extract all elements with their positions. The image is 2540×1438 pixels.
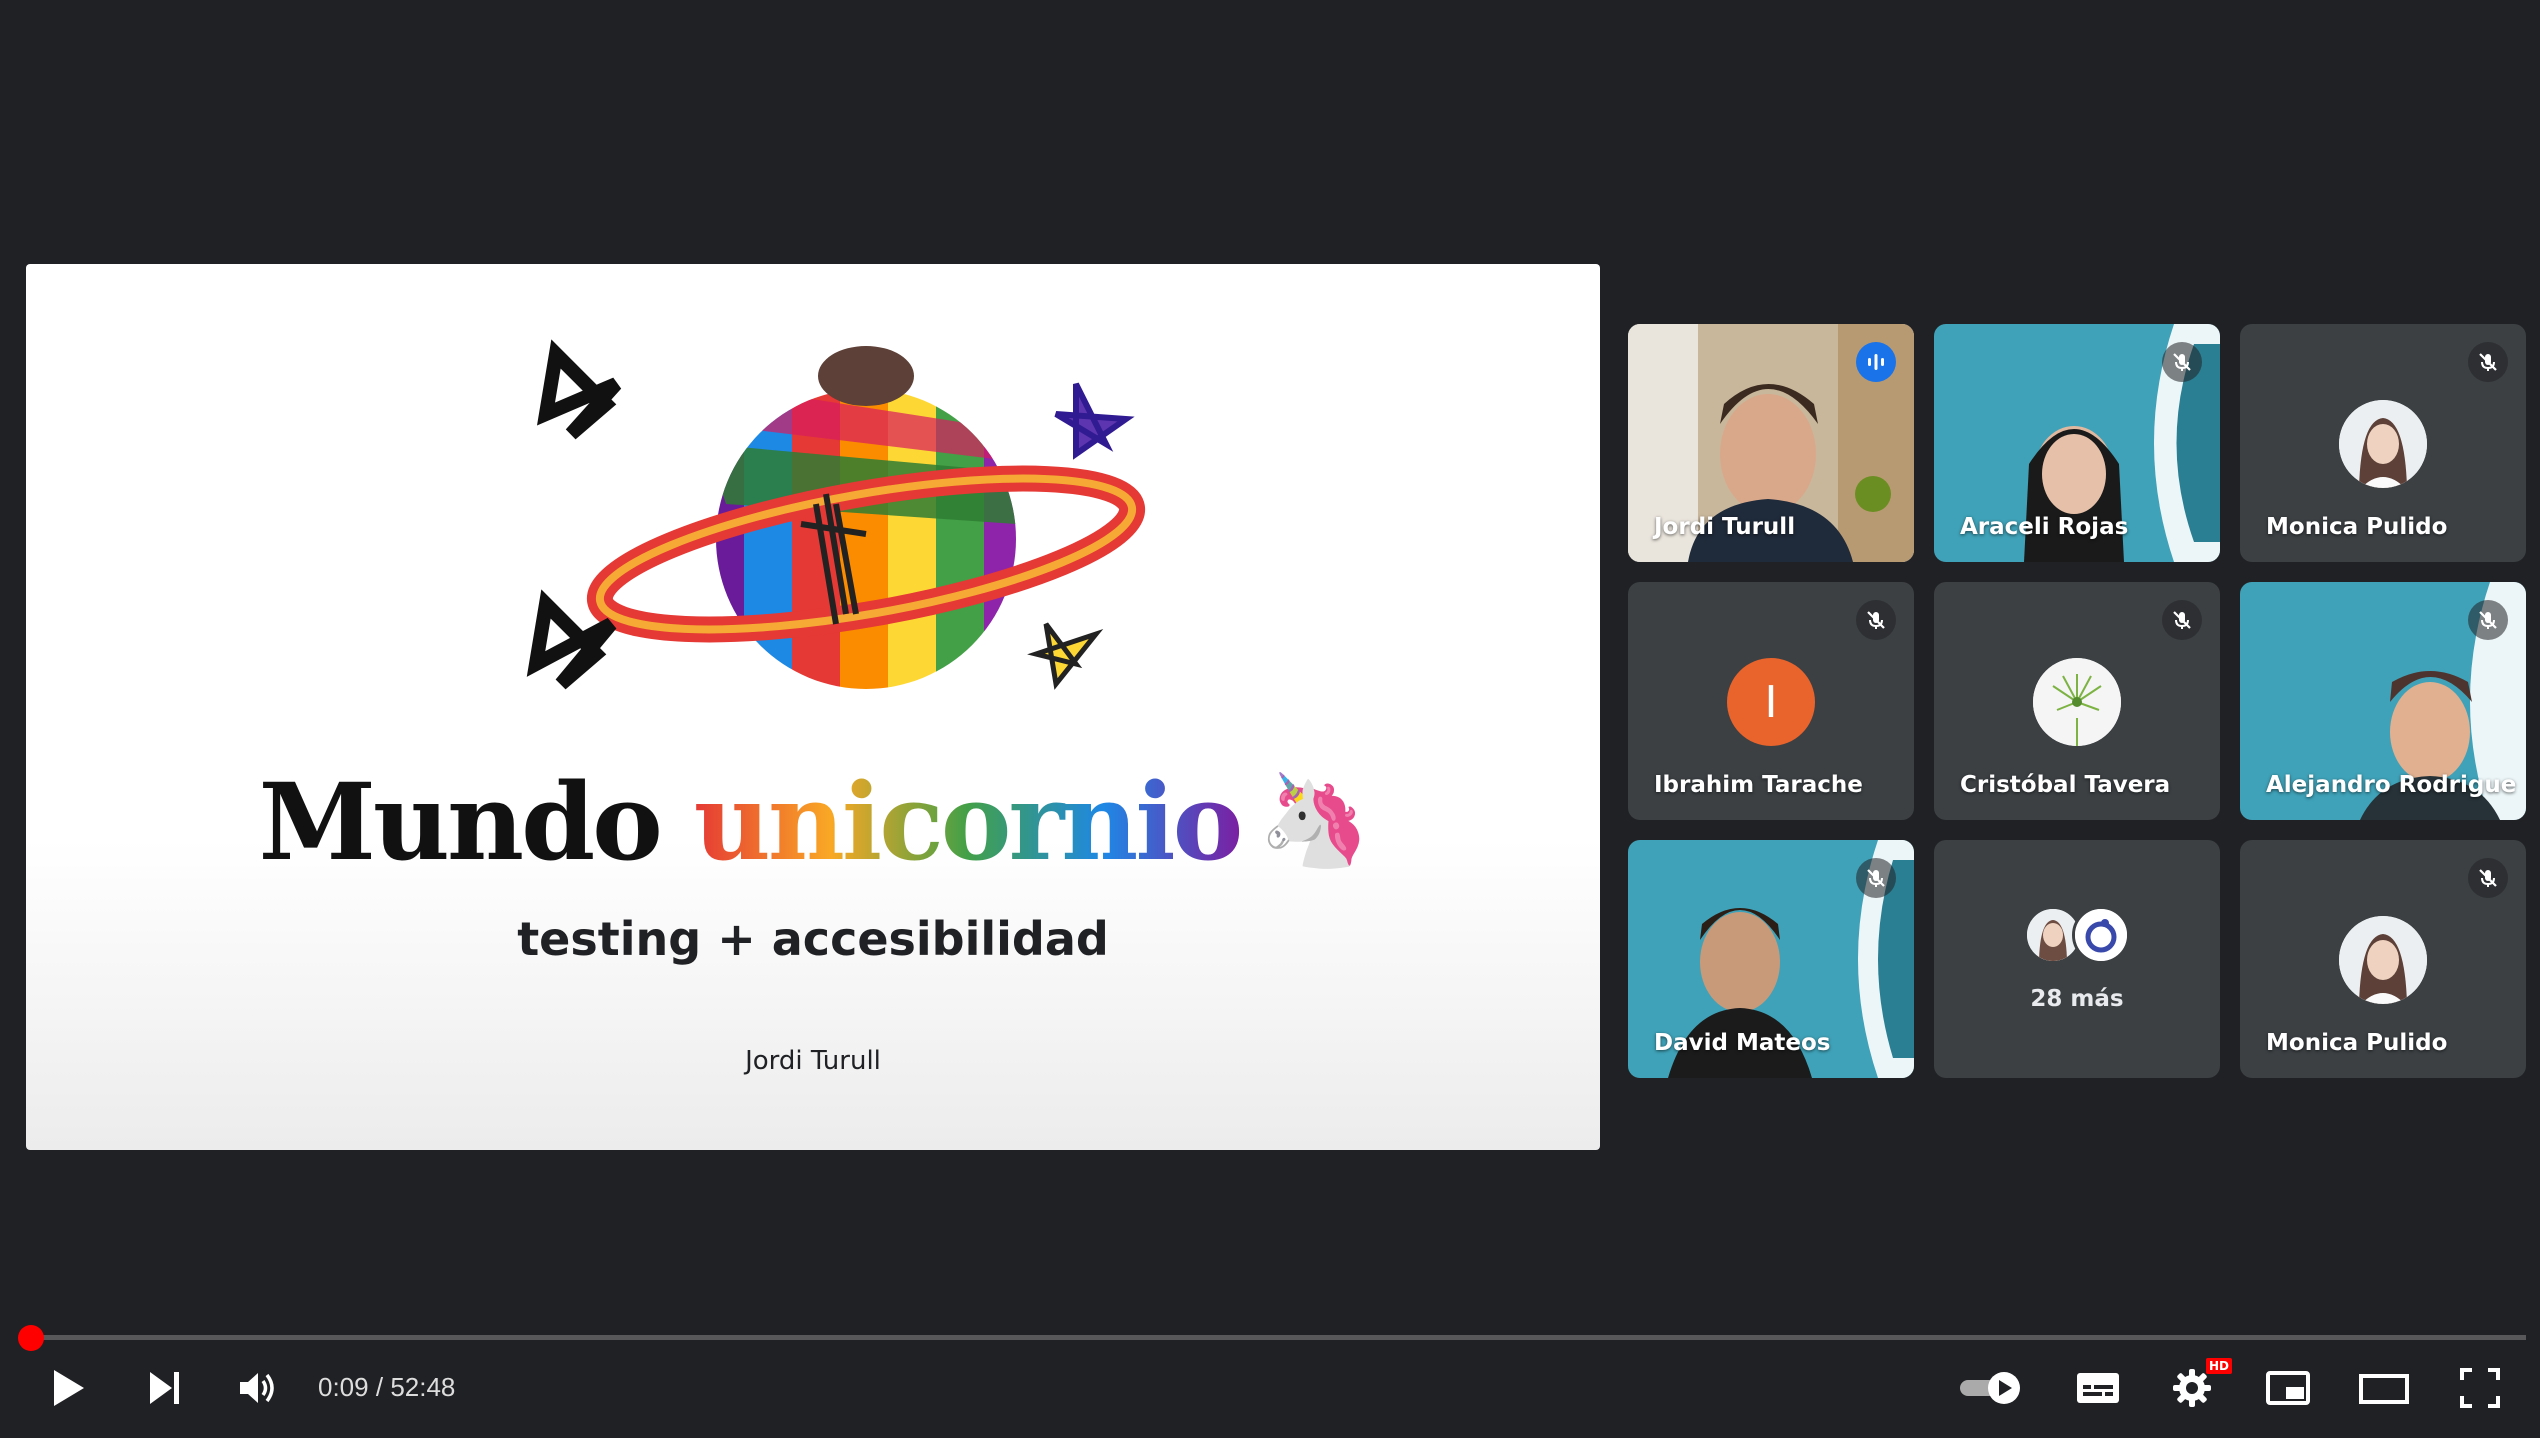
participant-name: David Mateos: [1654, 1030, 1831, 1056]
volume-button[interactable]: [230, 1362, 286, 1414]
fullscreen-icon: [2460, 1368, 2500, 1408]
unicorn-icon: 🦄: [1258, 767, 1370, 873]
time-display: 0:09 / 52:48: [318, 1372, 455, 1403]
fullscreen-button[interactable]: [2452, 1362, 2508, 1414]
mic-off-icon: [2162, 600, 2202, 640]
participant-tile[interactable]: David Mateos: [1628, 840, 1914, 1078]
theater-mode-button[interactable]: [2354, 1362, 2414, 1414]
participant-tile[interactable]: Cristóbal Tavera: [1934, 582, 2220, 820]
slide-author: Jordi Turull: [745, 1046, 881, 1076]
planet-drawing: [526, 339, 1146, 690]
mic-off-icon: [2468, 858, 2508, 898]
mic-off-icon: [2162, 342, 2202, 382]
play-icon: [54, 1370, 84, 1406]
mic-off-icon: [2468, 342, 2508, 382]
participant-name: Jordi Turull: [1654, 514, 1796, 540]
subtitles-button[interactable]: [2070, 1362, 2126, 1414]
progress-bar[interactable]: [30, 1335, 2526, 1340]
participant-tile[interactable]: I Ibrahim Tarache: [1628, 582, 1914, 820]
duration: 52:48: [390, 1372, 456, 1402]
more-participants-count: 28 más: [2030, 986, 2124, 1012]
participant-tile[interactable]: Monica Pulido: [2240, 324, 2526, 562]
current-time: 0:09: [318, 1372, 369, 1402]
mic-off-icon: [2468, 600, 2508, 640]
slide-subtitle: testing + accesibilidad: [517, 912, 1109, 966]
participant-tile[interactable]: Monica Pulido: [2240, 840, 2526, 1078]
avatar: [2339, 916, 2427, 1004]
autoplay-toggle-icon: [1960, 1372, 2020, 1404]
avatar: [2033, 658, 2121, 746]
subtitles-icon: [2077, 1373, 2119, 1403]
presentation-slide: Mundo unicornio 🦄 testing + accesibilidad…: [26, 264, 1600, 1150]
participant-tile[interactable]: Jordi Turull: [1628, 324, 1914, 562]
next-icon: [150, 1372, 179, 1404]
time-separator: /: [375, 1372, 384, 1402]
scrubber-handle[interactable]: [18, 1325, 44, 1351]
mic-off-icon: [1856, 858, 1896, 898]
next-button[interactable]: [136, 1362, 192, 1414]
volume-icon: [240, 1373, 274, 1403]
video-player[interactable]: Mundo unicornio 🦄 testing + accesibilidad…: [0, 0, 2540, 1438]
avatar: [2339, 400, 2427, 488]
participant-tile[interactable]: Alejandro Rodrigue: [2240, 582, 2526, 820]
autoplay-toggle[interactable]: [1954, 1362, 2030, 1414]
avatar: I: [1727, 658, 1815, 746]
slide-title: Mundo unicornio 🦄: [26, 763, 1600, 881]
theater-icon: [2359, 1374, 2409, 1404]
slide-title-word-2: unicornio: [693, 759, 1244, 884]
hd-badge: HD: [2206, 1358, 2233, 1374]
participant-name: Ibrahim Tarache: [1654, 772, 1863, 798]
participant-name: Cristóbal Tavera: [1960, 772, 2171, 798]
slide-title-word-1: Mundo: [258, 759, 663, 884]
miniplayer-button[interactable]: [2260, 1362, 2316, 1414]
audio-activity-icon: [1856, 342, 1896, 382]
mic-off-icon: [1856, 600, 1896, 640]
participant-name: Monica Pulido: [2266, 514, 2448, 540]
miniplayer-icon: [2266, 1371, 2310, 1405]
more-participants-tile[interactable]: 28 más: [1934, 840, 2220, 1078]
participant-name: Alejandro Rodrigue: [2266, 772, 2517, 798]
participant-tile[interactable]: Araceli Rojas: [1934, 324, 2220, 562]
play-button[interactable]: [40, 1362, 96, 1414]
avatar: [2072, 906, 2130, 964]
participant-name: Monica Pulido: [2266, 1030, 2448, 1056]
participant-name: Araceli Rojas: [1960, 514, 2129, 540]
